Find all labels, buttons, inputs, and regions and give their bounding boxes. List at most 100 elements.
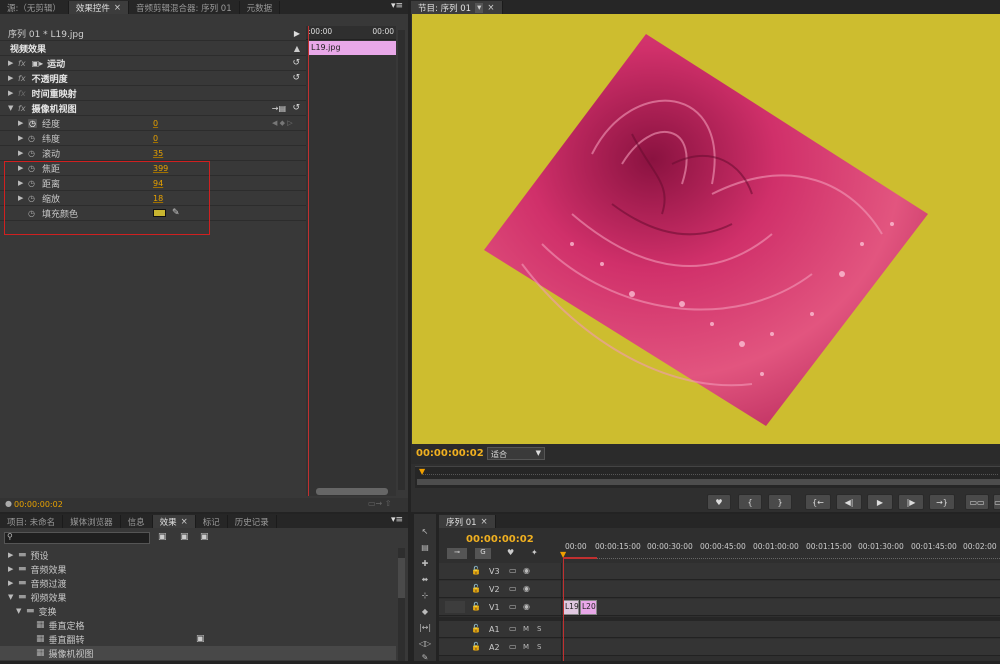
tree-item-transform[interactable]: ▼ ▬ 变换	[0, 604, 57, 618]
tab-markers[interactable]: 标记	[196, 515, 228, 528]
slide-tool-icon[interactable]: ◁▷	[418, 636, 432, 650]
expand-icon[interactable]: ▶	[8, 579, 18, 587]
play-only-clip-icon[interactable]: ▶	[294, 29, 300, 38]
search-input[interactable]	[17, 533, 147, 543]
lock-icon[interactable]: 🔓	[471, 602, 481, 611]
tree-item-presets[interactable]: ▶ ▬ 预设	[0, 548, 49, 562]
slip-tool-icon[interactable]: |↔|	[418, 620, 432, 634]
tab-media-browser[interactable]: 媒体浏览器	[63, 515, 121, 528]
add-marker-button[interactable]: ♥	[707, 494, 731, 510]
vertical-scrollbar[interactable]	[398, 30, 405, 490]
expand-icon[interactable]: ▶	[8, 551, 18, 559]
solo-icon[interactable]: S	[537, 643, 541, 651]
lock-icon[interactable]: 🔓	[471, 566, 481, 575]
fx-icon[interactable]: fx	[18, 74, 26, 83]
yuv-effects-icon[interactable]: ▣	[200, 532, 209, 542]
filmstrip-icon[interactable]: ▭	[509, 602, 517, 611]
ripple-edit-tool-icon[interactable]: ✚	[418, 556, 432, 570]
param-row-roll[interactable]: ▶ ◷ 滚动 35	[0, 146, 306, 160]
wrench-icon[interactable]: ✦	[531, 548, 538, 557]
go-to-in-button[interactable]: {←	[805, 494, 831, 510]
effects-search[interactable]: ⚲	[4, 532, 150, 544]
tab-program[interactable]: 节目: 序列 01 ▾ ×	[411, 1, 503, 14]
panel-menu-icon[interactable]: ▾≡	[391, 515, 403, 525]
eye-icon[interactable]: ◉	[523, 566, 530, 575]
export-icon[interactable]: ▭→ ⇧	[368, 499, 392, 508]
tab-sequence[interactable]: 序列 01 ×	[439, 515, 496, 528]
fx-icon[interactable]: fx	[18, 89, 26, 98]
dropdown-icon[interactable]: ▾	[475, 2, 484, 13]
track-select-tool-icon[interactable]: ▤	[418, 540, 432, 554]
timeline-ruler[interactable]: 00:00 00:00:15:00 00:00:30:00 00:00:45:0…	[560, 541, 1000, 561]
mini-scrollbar[interactable]	[316, 488, 388, 495]
expand-icon[interactable]: ▶	[8, 59, 18, 67]
tab-audio-clip-mixer[interactable]: 音频剪辑混合器: 序列 01	[129, 1, 240, 14]
lock-icon[interactable]: 🔓	[471, 624, 481, 633]
filmstrip-icon[interactable]: ▭	[509, 584, 517, 593]
tab-effect-controls[interactable]: 效果控件 ×	[68, 1, 130, 14]
tab-project[interactable]: 项目: 未命名	[0, 515, 64, 528]
timeline-timecode[interactable]: 00:00:00:02	[466, 534, 534, 545]
expand-icon[interactable]: ▶	[18, 149, 28, 157]
play-button[interactable]: ▶	[867, 494, 893, 510]
lock-icon[interactable]: 🔓	[471, 642, 481, 651]
collapse-triangle-icon[interactable]: ▼	[8, 104, 18, 112]
accelerated-effects-icon[interactable]: ▣	[158, 532, 167, 542]
eye-icon[interactable]: ◉	[523, 584, 530, 593]
mute-icon[interactable]: M	[523, 643, 529, 651]
tab-history[interactable]: 历史记录	[228, 515, 277, 528]
fit-dropdown[interactable]: 适合 ▼	[487, 447, 545, 460]
tree-item-vertical-hold[interactable]: ▦ 垂直定格	[0, 618, 85, 632]
program-viewer[interactable]	[412, 14, 1000, 444]
param-row-longitude[interactable]: ▶ ◷ 经度 0 ◀ ◆ ▷	[0, 116, 306, 130]
panel-menu-icon[interactable]: ▾≡	[391, 1, 403, 11]
go-to-out-button[interactable]: →}	[929, 494, 955, 510]
program-scrubber[interactable]: ▼	[415, 466, 1000, 488]
fx-icon[interactable]: fx	[18, 59, 26, 68]
linked-selection-icon[interactable]: G	[475, 548, 491, 559]
snap-icon[interactable]: ⊸	[447, 548, 467, 559]
solo-icon[interactable]: S	[537, 625, 541, 633]
effect-row-camera-view[interactable]: ▼ fx 摄像机视图 →▤ ↺	[0, 101, 306, 115]
tree-item-audio-effects[interactable]: ▶ ▬ 音频效果	[0, 562, 67, 576]
sync-icon[interactable]: ▭	[509, 642, 517, 651]
pen-tool-icon[interactable]: ✎	[418, 650, 432, 664]
stopwatch-icon[interactable]: ◷	[28, 118, 37, 128]
stopwatch-icon[interactable]: ◷	[28, 134, 37, 143]
param-value[interactable]: 0	[153, 119, 158, 128]
keyframe-nav-icon[interactable]: ◀ ◆ ▷	[272, 119, 293, 127]
effects-scrollbar[interactable]	[398, 548, 405, 661]
clip-l20[interactable]: L20	[580, 600, 597, 615]
expand-icon[interactable]: ▶	[8, 89, 18, 97]
tree-item-camera-view[interactable]: ▦ 摄像机视图	[0, 646, 396, 660]
footer-timecode[interactable]: 00:00:00:02	[14, 500, 63, 509]
effect-row-motion[interactable]: ▶ fx ▣▸ 运动 ↺	[0, 56, 306, 70]
mark-in-button[interactable]: {	[738, 494, 762, 510]
collapse-triangle-icon[interactable]: ▼	[16, 607, 26, 615]
selection-tool-icon[interactable]: ↖	[418, 524, 432, 538]
razor-tool-icon[interactable]: ◆	[418, 604, 432, 618]
collapse-triangle-icon[interactable]: ▼	[8, 593, 18, 601]
32bit-effects-icon[interactable]: ▣	[180, 532, 189, 542]
scrubber-track[interactable]	[417, 479, 1000, 485]
filmstrip-icon[interactable]: ▭	[509, 566, 517, 575]
close-icon[interactable]: ×	[114, 3, 121, 13]
playhead-line[interactable]	[308, 26, 309, 496]
sync-icon[interactable]: ▭	[509, 624, 517, 633]
param-row-latitude[interactable]: ▶ ◷ 纬度 0	[0, 131, 306, 145]
tree-item-vertical-flip[interactable]: ▦ 垂直翻转 ▣	[0, 632, 220, 646]
tree-item-video-effects[interactable]: ▼ ▬ 视频效果	[0, 590, 67, 604]
close-icon[interactable]: ×	[487, 3, 494, 13]
program-timecode[interactable]: 00:00:00:02	[416, 448, 484, 459]
reset-icon[interactable]: ↺	[292, 73, 300, 83]
rate-stretch-tool-icon[interactable]: ⊹	[418, 588, 432, 602]
source-patch[interactable]	[445, 601, 465, 613]
extract-button[interactable]: ▭	[993, 494, 1000, 510]
eye-icon[interactable]: ◉	[523, 602, 530, 611]
reset-icon[interactable]: ↺	[292, 58, 300, 68]
fx-icon[interactable]: fx	[18, 104, 26, 113]
step-forward-button[interactable]: |▶	[898, 494, 924, 510]
param-value[interactable]: 35	[153, 149, 163, 158]
tab-source[interactable]: 源:（无剪辑）	[0, 1, 69, 14]
expand-icon[interactable]: ▶	[8, 74, 18, 82]
